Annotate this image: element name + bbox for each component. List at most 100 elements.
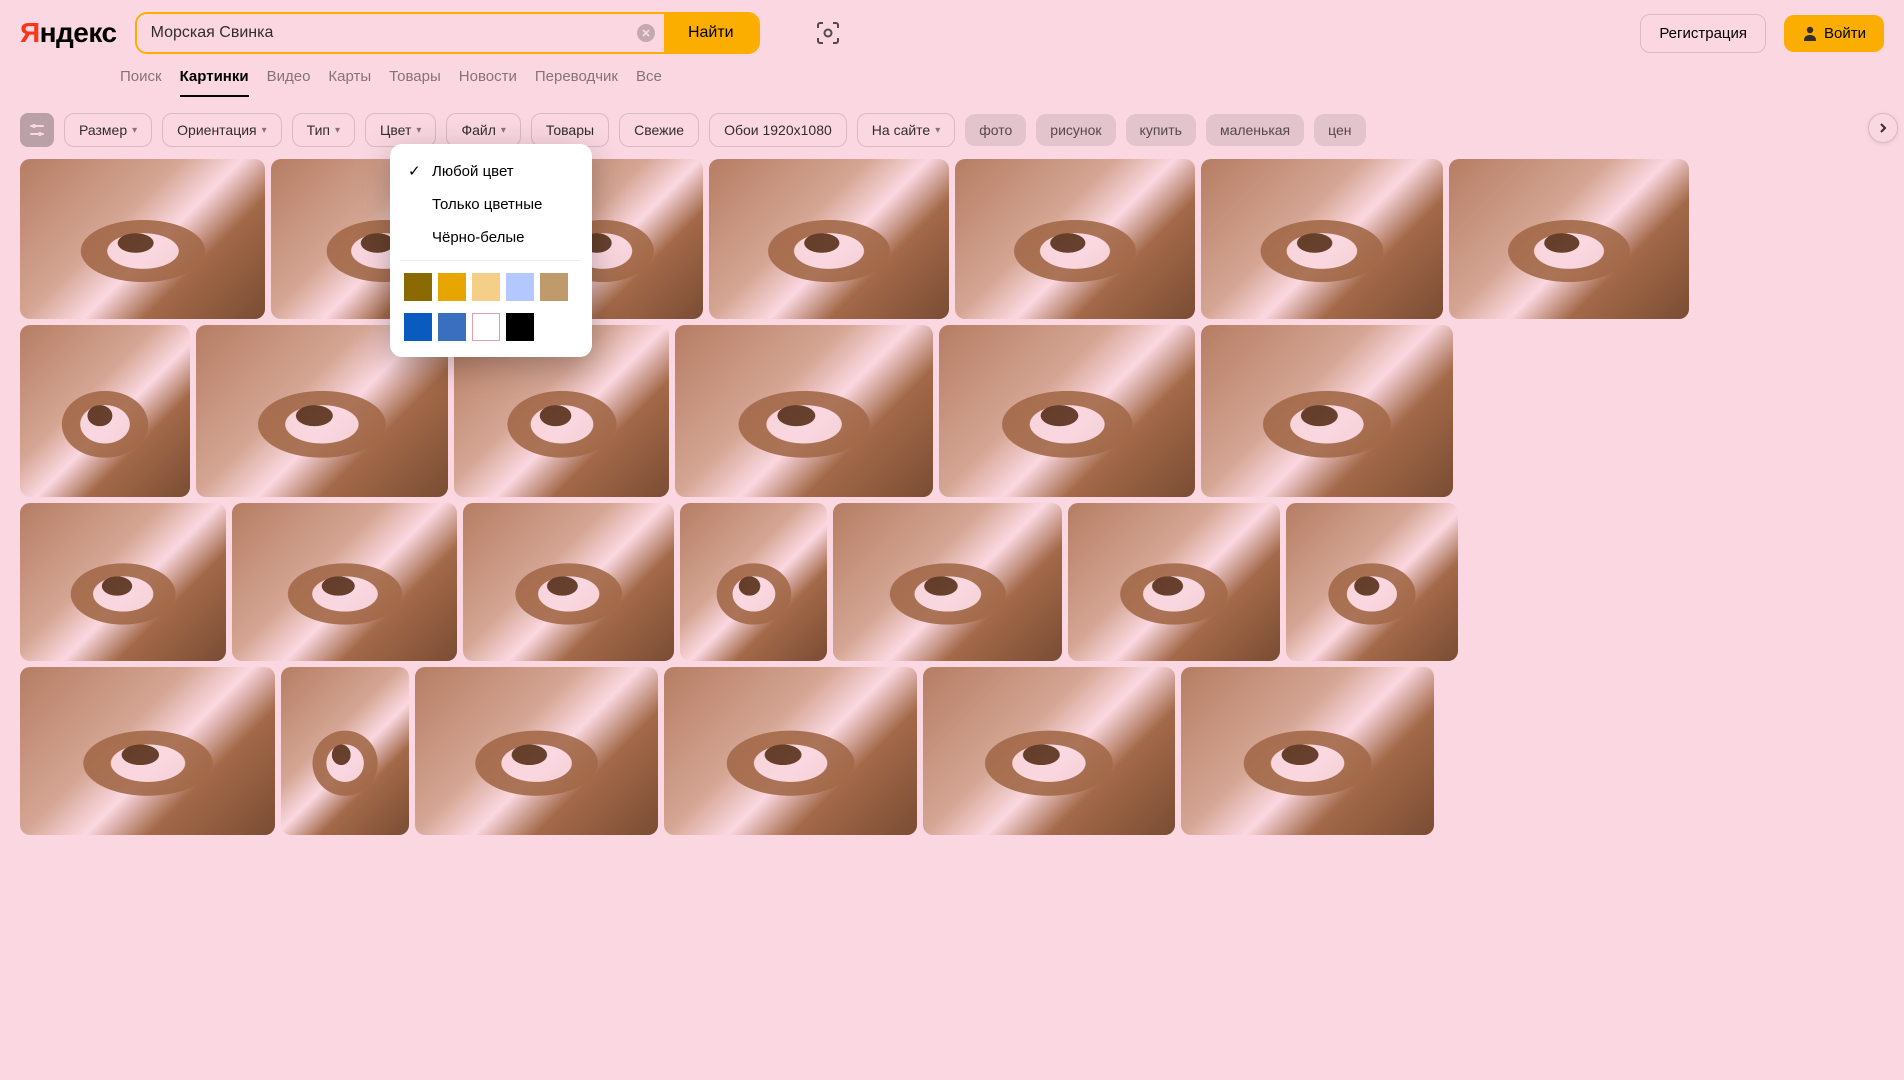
suggestion-tag-0[interactable]: фото — [965, 114, 1026, 146]
logo-rest: ндекс — [40, 17, 117, 48]
chevron-down-icon: ▾ — [262, 125, 267, 136]
tab-4[interactable]: Товары — [389, 68, 441, 97]
tab-5[interactable]: Новости — [459, 68, 517, 97]
color-option-0[interactable]: ✓ Любой цвет — [390, 154, 592, 188]
image-result[interactable] — [664, 667, 917, 835]
filter-2[interactable]: Тип ▾ — [292, 113, 355, 147]
divider — [400, 260, 582, 261]
chevron-down-icon: ▾ — [416, 125, 421, 136]
image-result[interactable] — [1286, 503, 1458, 661]
color-option-label: Только цветные — [432, 196, 542, 213]
filter-7[interactable]: Обои 1920x1080 — [709, 113, 847, 147]
image-result[interactable] — [680, 503, 827, 661]
register-button[interactable]: Регистрация — [1640, 14, 1766, 53]
check-icon: ✓ — [408, 162, 422, 180]
search-input[interactable] — [137, 14, 628, 52]
chevron-down-icon: ▾ — [132, 125, 137, 136]
image-result[interactable] — [1068, 503, 1280, 661]
tab-1[interactable]: Картинки — [180, 68, 249, 97]
color-option-2[interactable]: Чёрно-белые — [390, 221, 592, 254]
suggestion-tag-1[interactable]: рисунок — [1036, 114, 1115, 146]
sliders-icon — [28, 121, 46, 139]
filter-label: На сайте — [872, 122, 930, 138]
tab-0[interactable]: Поиск — [120, 68, 162, 97]
suggestion-tag-4[interactable]: цен — [1314, 114, 1365, 146]
login-label: Войти — [1824, 25, 1866, 42]
swatch-row — [390, 267, 592, 307]
color-swatch[interactable] — [438, 273, 466, 301]
filters-toggle-button[interactable] — [20, 113, 54, 147]
color-swatch[interactable] — [540, 273, 568, 301]
filter-0[interactable]: Размер ▾ — [64, 113, 152, 147]
image-result[interactable] — [709, 159, 949, 319]
color-swatch[interactable] — [472, 313, 500, 341]
color-swatch[interactable] — [506, 273, 534, 301]
color-swatch[interactable] — [404, 313, 432, 341]
chevron-down-icon: ▾ — [335, 125, 340, 136]
tab-7[interactable]: Все — [636, 68, 662, 97]
login-button[interactable]: Войти — [1784, 15, 1884, 52]
filter-label: Товары — [546, 122, 594, 138]
image-result[interactable] — [20, 325, 190, 497]
image-result[interactable] — [1201, 325, 1453, 497]
color-option-1[interactable]: Только цветные — [390, 188, 592, 221]
image-result[interactable] — [1201, 159, 1443, 319]
image-result[interactable] — [281, 667, 409, 835]
filter-label: Обои 1920x1080 — [724, 122, 832, 138]
image-result[interactable] — [20, 503, 226, 661]
color-swatch[interactable] — [506, 313, 534, 341]
color-option-label: Чёрно-белые — [432, 229, 524, 246]
color-swatch[interactable] — [404, 273, 432, 301]
search-button[interactable]: Найти — [664, 14, 758, 52]
filter-6[interactable]: Свежие — [619, 113, 699, 147]
color-swatch[interactable] — [472, 273, 500, 301]
chevron-right-icon — [1877, 122, 1889, 134]
filter-label: Размер — [79, 122, 127, 138]
image-result[interactable] — [923, 667, 1175, 835]
user-icon — [1802, 25, 1818, 41]
image-result[interactable] — [463, 503, 674, 661]
suggestion-tag-2[interactable]: купить — [1126, 114, 1196, 146]
filters-row: Размер ▾ Ориентация ▾ Тип ▾ Цвет ▾ Файл ▾ Товары Св… — [0, 97, 1904, 159]
image-result[interactable] — [232, 503, 457, 661]
color-option-label: Любой цвет — [432, 163, 514, 180]
filter-3[interactable]: Цвет ▾ — [365, 113, 436, 147]
filter-1[interactable]: Ориентация ▾ — [162, 113, 282, 147]
logo-letter: Я — [20, 17, 40, 48]
color-swatch[interactable] — [438, 313, 466, 341]
service-tabs: Поиск Картинки Видео Карты Товары Новости Пере… — [0, 54, 1904, 97]
filter-4[interactable]: Файл ▾ — [446, 113, 520, 147]
tags-scroll-right-button[interactable] — [1868, 113, 1898, 143]
swatch-row — [390, 307, 592, 347]
image-result[interactable] — [833, 503, 1062, 661]
lens-icon — [815, 20, 841, 46]
chevron-down-icon: ▾ — [935, 125, 940, 136]
image-result[interactable] — [1449, 159, 1689, 319]
image-result[interactable] — [415, 667, 658, 835]
filter-label: Цвет — [380, 122, 411, 138]
logo[interactable]: Яндекс — [20, 17, 117, 49]
color-filter-popup: ✓ Любой цвет Только цветные Чёрно-белые — [390, 144, 592, 357]
tab-3[interactable]: Карты — [328, 68, 371, 97]
image-result[interactable] — [675, 325, 933, 497]
filter-5[interactable]: Товары — [531, 113, 609, 147]
image-result[interactable] — [955, 159, 1195, 319]
clear-icon — [637, 24, 655, 42]
filter-label: Тип — [307, 122, 330, 138]
image-search-button[interactable] — [808, 13, 848, 53]
image-result[interactable] — [939, 325, 1195, 497]
chevron-down-icon: ▾ — [501, 125, 506, 136]
image-result[interactable] — [20, 159, 265, 319]
tab-6[interactable]: Переводчик — [535, 68, 618, 97]
filter-8[interactable]: На сайте ▾ — [857, 113, 955, 147]
clear-search-button[interactable] — [628, 14, 664, 52]
image-results-gallery — [0, 159, 1904, 835]
image-result[interactable] — [20, 667, 275, 835]
search-box: Найти — [135, 12, 760, 54]
filter-label: Ориентация — [177, 122, 256, 138]
tab-2[interactable]: Видео — [267, 68, 311, 97]
filter-label: Свежие — [634, 122, 684, 138]
image-result[interactable] — [1181, 667, 1434, 835]
suggestion-tag-3[interactable]: маленькая — [1206, 114, 1304, 146]
filter-label: Файл — [461, 122, 495, 138]
